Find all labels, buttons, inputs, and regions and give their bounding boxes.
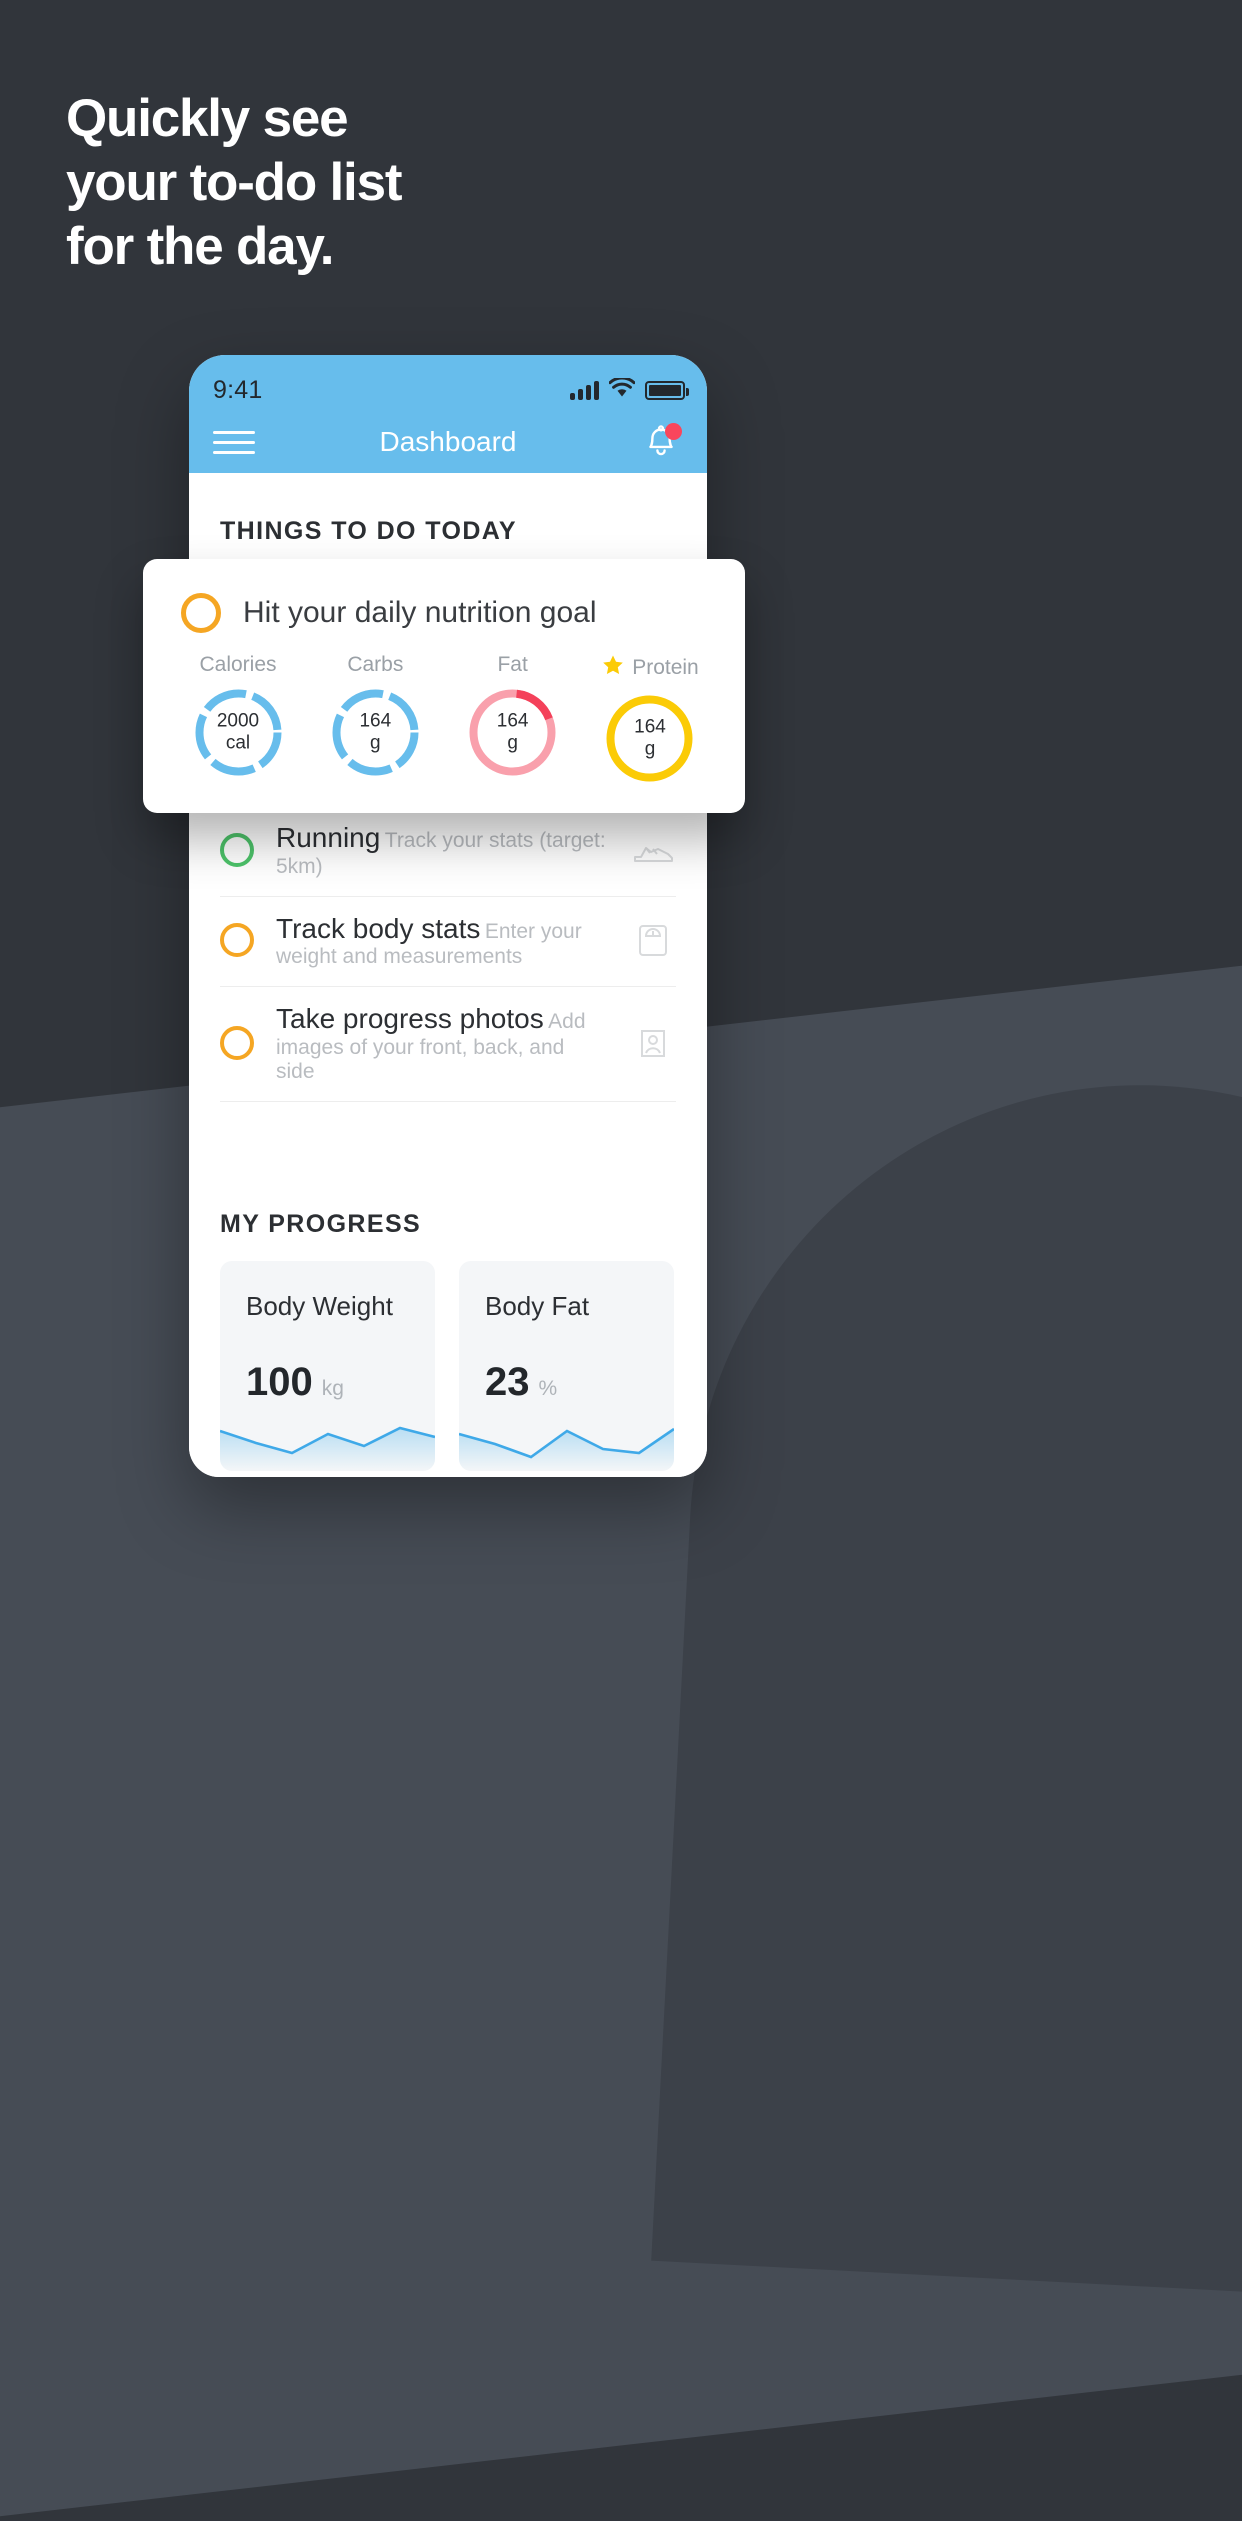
macro-carbs[interactable]: Carbs 164 g	[314, 653, 436, 786]
macro-fat[interactable]: Fat 164 g	[452, 653, 574, 786]
todo-list: Running Track your stats (target: 5km) T…	[189, 806, 707, 1102]
macro-donut-protein: 164 g	[602, 691, 697, 786]
macro-value: 164	[496, 710, 529, 732]
task-row-take-progress-photos[interactable]: Take progress photos Add images of your …	[220, 987, 676, 1102]
task-text: Track body stats Enter your weight and m…	[276, 912, 608, 970]
macro-donut-fat: 164 g	[465, 685, 560, 780]
task-row-track-body-stats[interactable]: Track body stats Enter your weight and m…	[220, 897, 676, 988]
status-bar-time: 9:41	[213, 375, 263, 404]
status-bar: 9:41	[189, 355, 707, 411]
task-checkbox-ring[interactable]	[220, 1025, 254, 1060]
macro-unit: g	[507, 732, 518, 754]
wifi-icon	[608, 375, 636, 403]
macro-value-group: 164 g	[602, 716, 697, 761]
macro-unit: cal	[225, 732, 251, 754]
marketing-headline: Quickly see your to-do list for the day.	[66, 89, 403, 284]
phone-mockup: 9:41 Dashboard THINGS TO DO TODAY Runnin…	[189, 355, 707, 1477]
card-value-group: 23 %	[485, 1360, 557, 1405]
macro-label-row: Protein	[589, 653, 711, 683]
cellular-icon	[570, 380, 599, 400]
task-text: Take progress photos Add images of your …	[276, 1002, 608, 1084]
macro-label: Protein	[632, 656, 699, 679]
card-value: 23	[485, 1359, 530, 1404]
macro-label-row: Fat	[452, 653, 574, 677]
card-title: Body Weight	[246, 1290, 393, 1321]
notification-badge	[665, 423, 682, 440]
headline-line-2: your to-do list	[66, 153, 403, 212]
card-unit: %	[538, 1376, 558, 1400]
headline-line-3: for the day.	[66, 217, 335, 276]
macro-value: 164	[634, 716, 666, 738]
macro-donut-carbs: 164 g	[328, 685, 423, 780]
task-checkbox-ring[interactable]	[220, 923, 254, 958]
macro-protein[interactable]: Protein 164 g	[589, 653, 711, 786]
task-text: Running Track your stats (target: 5km)	[276, 821, 608, 879]
app-bar: Dashboard	[189, 411, 707, 473]
macro-value-group: 2000 cal	[191, 710, 286, 755]
card-unit: kg	[321, 1376, 344, 1400]
task-title: Track body stats	[276, 912, 481, 944]
macro-unit: g	[370, 732, 381, 754]
progress-card-grid: Body Weight 100 kg Body Fat 23 %	[189, 1239, 707, 1477]
body-fat-sparkline	[459, 1427, 674, 1471]
hamburger-menu-icon[interactable]	[213, 424, 255, 461]
macro-ring-group: Calories 2000 cal Carbs 164 g Fat 164 g …	[143, 633, 745, 786]
task-row-running[interactable]: Running Track your stats (target: 5km)	[220, 806, 676, 897]
progress-section-title: MY PROGRESS	[220, 1209, 422, 1238]
todo-section-title: THINGS TO DO TODAY	[220, 517, 518, 545]
macro-value: 164	[359, 710, 392, 732]
macro-calories[interactable]: Calories 2000 cal	[177, 653, 299, 786]
card-value: 100	[246, 1359, 313, 1404]
macro-value-group: 164 g	[328, 710, 423, 755]
progress-card-body-fat[interactable]: Body Fat 23 %	[459, 1260, 674, 1471]
macro-label: Calories	[199, 653, 277, 676]
body-weight-sparkline	[220, 1426, 435, 1471]
nutrition-goal-card[interactable]: Hit your daily nutrition goal Calories 2…	[143, 559, 745, 813]
progress-card-body-weight[interactable]: Body Weight 100 kg	[220, 1260, 435, 1471]
macro-unit: g	[644, 738, 656, 760]
person-photo-icon	[630, 1020, 676, 1066]
nutrition-card-title: Hit your daily nutrition goal	[243, 596, 597, 629]
task-title: Take progress photos	[276, 1003, 544, 1035]
page-title: Dashboard	[379, 426, 517, 457]
macro-value: 2000	[216, 710, 260, 732]
nutrition-card-header: Hit your daily nutrition goal	[143, 593, 745, 633]
card-value-group: 100 kg	[246, 1360, 344, 1405]
macro-label: Carbs	[347, 653, 404, 676]
task-title: Running	[276, 822, 381, 853]
macro-label: Fat	[497, 653, 528, 676]
macro-value-group: 164 g	[465, 710, 560, 755]
status-bar-icons	[570, 375, 689, 403]
card-title: Body Fat	[485, 1290, 590, 1321]
macro-label-row: Calories	[177, 653, 299, 677]
macro-donut-calories: 2000 cal	[191, 685, 286, 780]
macro-label-row: Carbs	[314, 653, 436, 677]
battery-icon	[645, 380, 689, 400]
headline-line-1: Quickly see	[66, 89, 349, 148]
task-checkbox-ring[interactable]	[220, 832, 254, 867]
notification-bell-icon[interactable]	[639, 420, 683, 464]
task-checkbox-ring[interactable]	[181, 593, 221, 633]
weight-scale-icon	[630, 917, 676, 963]
star-icon	[601, 653, 625, 683]
running-shoe-icon	[630, 827, 676, 873]
